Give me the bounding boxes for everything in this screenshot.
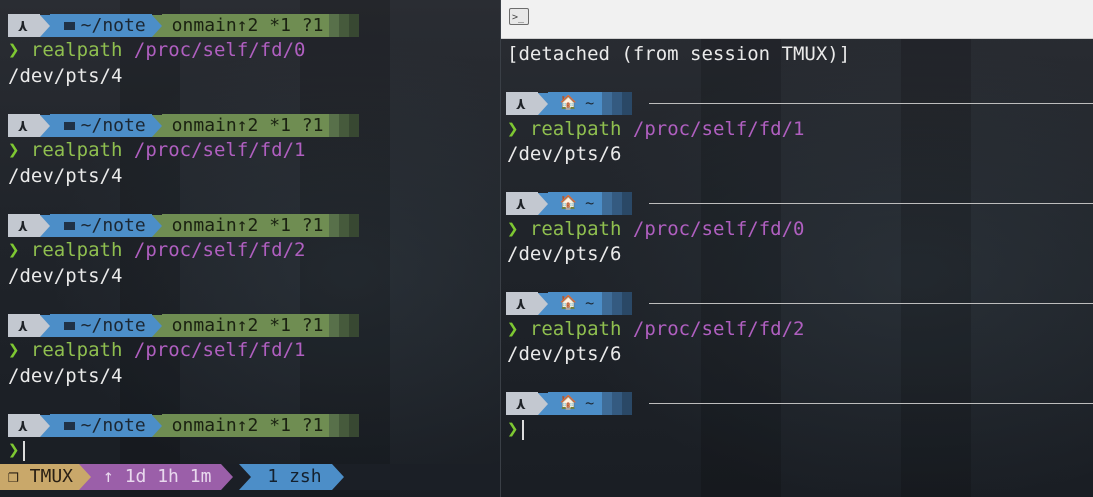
text-cursor [522,419,525,440]
detached-message: [detached (from session TMUX)] [507,43,851,65]
command-output: /dev/pts/4 [8,65,123,87]
prompt-directory: 🏠 ~ [547,92,603,115]
right-terminal-window[interactable]: >_ [detached (from session TMUX)] ⋏ 🏠 ~ ❯… [500,0,1093,497]
prompt-directory: 🏠 ~ [547,392,603,415]
prompt-separator [649,403,1093,404]
prompt-git-status: on main ↑2 *1 ?1 [161,14,330,37]
tmux-status-bar: ❐ TMUX ↑ 1d 1h 1m 1 zsh [0,464,500,490]
powerline-prompt: ⋏ 🏠 ~ [506,392,633,415]
powerline-prompt: ⋏ ~/note on main ↑2 *1 ?1 [8,414,360,437]
terminal-icon: >_ [509,8,529,25]
command-line: ❯ realpath /proc/self/fd/1 [8,339,306,361]
tmux-session-name: ❐ TMUX [0,464,80,490]
command-output: /dev/pts/4 [8,265,123,287]
arch-logo: ⋏ [506,392,538,415]
prompt-directory: ~/note [49,14,152,37]
prompt-separator [649,203,1093,204]
command-output: /dev/pts/6 [507,243,622,265]
command-line: ❯ realpath /proc/self/fd/0 [507,218,805,240]
folder-icon [63,321,75,330]
input-line[interactable]: ❯ [507,417,525,442]
prompt-directory: ~/note [49,214,152,237]
prompt-directory: ~/note [49,314,152,337]
background-decor [901,0,971,497]
prompt-git-status: on main ↑2 *1 ?1 [161,114,330,137]
command-line: ❯ realpath /proc/self/fd/2 [507,318,805,340]
prompt-git-status: on main ↑2 *1 ?1 [161,214,330,237]
prompt-git-status: on main ↑2 *1 ?1 [161,314,330,337]
prompt-directory: ~/note [49,414,152,437]
command-line: ❯ realpath /proc/self/fd/0 [8,39,306,61]
powerline-prompt: ⋏ ~/note on main ↑2 *1 ?1 [8,214,360,237]
command-output: /dev/pts/6 [507,343,622,365]
tmux-uptime: ↑ 1d 1h 1m [91,464,222,490]
powerline-prompt: ⋏ ~/note on main ↑2 *1 ?1 [8,314,360,337]
command-output: /dev/pts/6 [507,143,622,165]
arch-logo: ⋏ [8,14,40,37]
tmux-window-tab[interactable]: 1 zsh [251,464,332,490]
arch-logo: ⋏ [8,414,40,437]
powerline-prompt: ⋏ 🏠 ~ [506,292,633,315]
prompt-git-status: on main ↑2 *1 ?1 [161,414,330,437]
command-line: ❯ realpath /proc/self/fd/1 [507,118,805,140]
folder-icon [63,421,75,430]
prompt-directory: 🏠 ~ [547,292,603,315]
background-decor [701,0,781,497]
arch-logo: ⋏ [8,314,40,337]
prompt-directory: ~/note [49,114,152,137]
arch-logo: ⋏ [8,214,40,237]
command-output: /dev/pts/4 [8,365,123,387]
left-terminal-pane[interactable]: ⋏ ~/note on main ↑2 *1 ?1 ❯ realpath /pr… [0,0,500,497]
powerline-prompt: ⋏ ~/note on main ↑2 *1 ?1 [8,114,360,137]
powerline-prompt: ⋏ 🏠 ~ [506,92,633,115]
home-icon: 🏠 [559,295,578,311]
prompt-directory: 🏠 ~ [547,192,603,215]
input-line[interactable]: ❯ [8,438,26,463]
home-icon: 🏠 [559,95,578,111]
powerline-prompt: ⋏ 🏠 ~ [506,192,633,215]
prompt-separator [649,303,1093,304]
powerline-prompt: ⋏ ~/note on main ↑2 *1 ?1 [8,14,360,37]
arch-logo: ⋏ [506,92,538,115]
folder-icon [63,21,75,30]
command-output: /dev/pts/4 [8,165,123,187]
prompt-separator [649,103,1093,104]
folder-icon [63,221,75,230]
folder-icon [63,121,75,130]
text-cursor [23,440,26,461]
home-icon: 🏠 [559,395,578,411]
arch-logo: ⋏ [8,114,40,137]
command-line: ❯ realpath /proc/self/fd/1 [8,139,306,161]
command-line: ❯ realpath /proc/self/fd/2 [8,239,306,261]
arch-logo: ⋏ [506,292,538,315]
home-icon: 🏠 [559,195,578,211]
window-titlebar[interactable]: >_ [501,0,1093,39]
arch-logo: ⋏ [506,192,538,215]
